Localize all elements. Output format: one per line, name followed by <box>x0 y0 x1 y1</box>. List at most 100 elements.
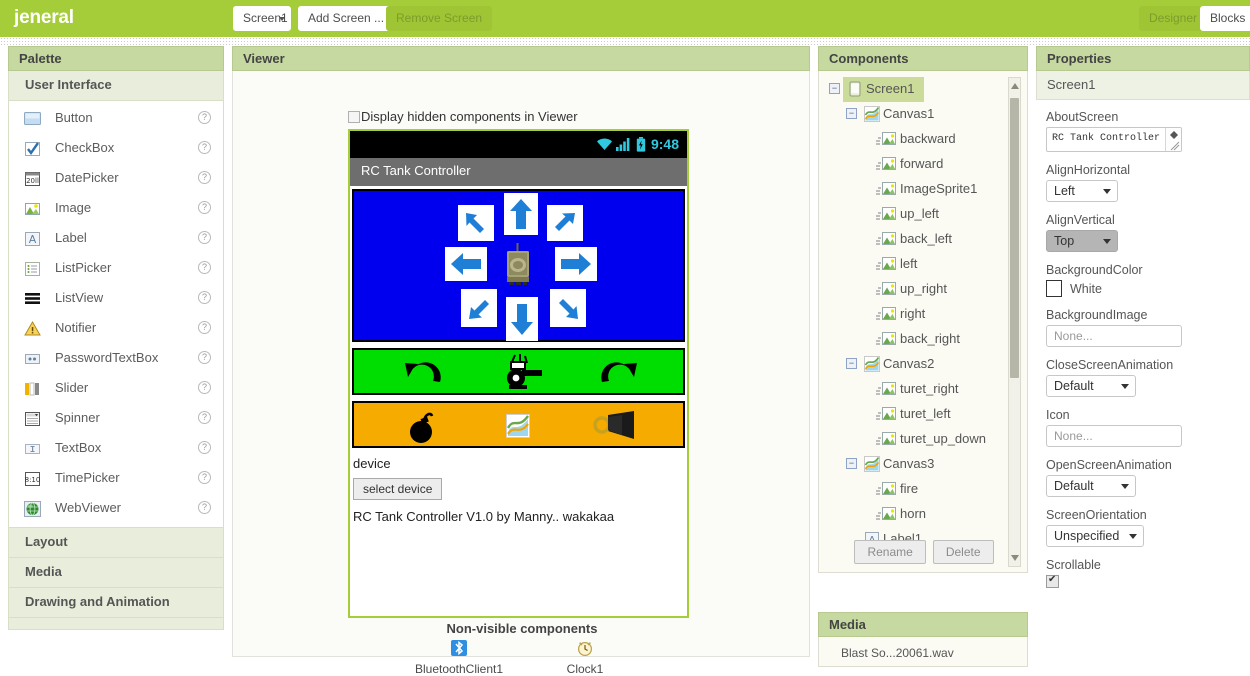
palette-section-drawing-and-animation[interactable]: Drawing and Animation <box>8 588 224 618</box>
palette-item-checkbox[interactable]: CheckBox ? <box>9 134 223 164</box>
help-icon[interactable]: ? <box>198 411 211 424</box>
property-textarea-aboutscreen[interactable]: RC Tank Controller <box>1046 127 1182 152</box>
palette-item-label[interactable]: A Label ? <box>9 224 223 254</box>
tree-item-up_left[interactable]: up_left <box>819 202 1004 227</box>
tree-item-backward[interactable]: backward <box>819 127 1004 152</box>
palette-item-image[interactable]: Image ? <box>9 194 223 224</box>
nonvisible-component-clock1[interactable]: Clock1 <box>535 639 635 676</box>
display-hidden-components-checkbox[interactable] <box>348 111 360 123</box>
sprite-turet-right[interactable] <box>596 356 640 388</box>
tree-item-canvas2[interactable]: − Canvas2 <box>819 352 1004 377</box>
sprite-back-right[interactable] <box>550 289 586 327</box>
palette-item-datepicker[interactable]: 20ll DatePicker ? <box>9 164 223 194</box>
palette-section-media[interactable]: Media <box>8 558 224 588</box>
tree-expander-icon[interactable]: − <box>846 358 857 369</box>
palette-item-button[interactable]: Button ? <box>9 104 223 134</box>
help-icon[interactable]: ? <box>198 501 211 514</box>
scrollbar-thumb[interactable] <box>1010 98 1019 378</box>
palette-item-timepicker[interactable]: 8:10 TimePicker ? <box>9 464 223 494</box>
property-select-closescreenanimation[interactable]: Default <box>1046 375 1136 397</box>
nonvisible-component-bluetoothclient1[interactable]: BluetoothClient1 <box>409 639 509 676</box>
canvas-placeholder-icon[interactable] <box>504 412 532 440</box>
select-device-button[interactable]: select device <box>353 478 443 500</box>
property-select-alignvertical[interactable]: Top <box>1046 230 1118 252</box>
components-scrollbar[interactable] <box>1008 77 1021 567</box>
tree-item-fire[interactable]: fire <box>819 477 1004 502</box>
tree-expander-icon[interactable]: − <box>846 108 857 119</box>
property-input-icon[interactable]: None... <box>1046 425 1182 447</box>
resize-handle-icon[interactable] <box>1165 128 1181 151</box>
sprite-forward[interactable] <box>504 193 538 235</box>
add-screen-button[interactable]: Add Screen ... <box>298 6 395 31</box>
tree-item-back_left[interactable]: back_left <box>819 227 1004 252</box>
help-icon[interactable]: ? <box>198 261 211 274</box>
blocks-tab-button[interactable]: Blocks <box>1200 6 1250 31</box>
tree-item-imagesprite1[interactable]: ImageSprite1 <box>819 177 1004 202</box>
help-icon[interactable]: ? <box>198 201 211 214</box>
tree-item-canvas1[interactable]: − Canvas1 <box>819 102 1004 127</box>
palette-item-spinner[interactable]: Spinner ? <box>9 404 223 434</box>
help-icon[interactable]: ? <box>198 321 211 334</box>
display-hidden-components-row[interactable]: Display hidden components in Viewer <box>348 109 578 124</box>
help-icon[interactable]: ? <box>198 231 211 244</box>
palette-item-listview[interactable]: ListView ? <box>9 284 223 314</box>
sprite-turet-left[interactable] <box>402 356 446 388</box>
palette-section-next[interactable] <box>8 618 224 630</box>
palette-item-textbox[interactable]: TextBox ? <box>9 434 223 464</box>
sprite-horn[interactable] <box>592 409 638 443</box>
property-select-openscreenanimation[interactable]: Default <box>1046 475 1136 497</box>
tree-item-up_right[interactable]: up_right <box>819 277 1004 302</box>
tree-item-screen1[interactable]: − Screen1 <box>819 77 1004 102</box>
sprite-up-left[interactable] <box>458 205 494 241</box>
help-icon[interactable]: ? <box>198 171 211 184</box>
sprite-left[interactable] <box>445 247 487 281</box>
color-swatch[interactable] <box>1046 280 1062 297</box>
sprite-up-right[interactable] <box>547 205 583 241</box>
property-select-screenorientation[interactable]: Unspecified <box>1046 525 1144 547</box>
help-icon[interactable]: ? <box>198 471 211 484</box>
rename-button[interactable]: Rename <box>854 540 926 564</box>
sprite-backward[interactable] <box>506 297 538 341</box>
tree-expander-icon[interactable]: − <box>846 458 857 469</box>
property-select-alignhorizontal[interactable]: Left <box>1046 180 1118 202</box>
palette-item-slider[interactable]: Slider ? <box>9 374 223 404</box>
screen-selector-dropdown[interactable]: Screen1 <box>233 6 291 31</box>
help-icon[interactable]: ? <box>198 111 211 124</box>
designer-tab-button[interactable]: Designer <box>1139 6 1208 31</box>
tree-item-right[interactable]: right <box>819 302 1004 327</box>
help-icon[interactable]: ? <box>198 351 211 364</box>
sprite-imagesprite1-tank[interactable] <box>503 241 533 289</box>
tree-item-back_right[interactable]: back_right <box>819 327 1004 352</box>
tree-item-turet_left[interactable]: turet_left <box>819 402 1004 427</box>
media-item[interactable]: Blast So...20061.wav <box>819 637 1027 660</box>
delete-button[interactable]: Delete <box>932 540 994 564</box>
help-icon[interactable]: ? <box>198 291 211 304</box>
remove-screen-button[interactable]: Remove Screen <box>386 6 493 31</box>
palette-item-webviewer[interactable]: WebViewer ? <box>9 494 223 524</box>
property-color-backgroundcolor[interactable]: White <box>1046 280 1240 297</box>
scroll-up-icon[interactable] <box>1011 83 1019 89</box>
tree-item-canvas3[interactable]: − Canvas3 <box>819 452 1004 477</box>
property-input-backgroundimage[interactable]: None... <box>1046 325 1182 347</box>
sprite-fire-bomb[interactable] <box>405 407 443 445</box>
palette-section-layout[interactable]: Layout <box>8 528 224 558</box>
tree-item-left[interactable]: left <box>819 252 1004 277</box>
palette-item-notifier[interactable]: Notifier ? <box>9 314 223 344</box>
palette-item-passwordtextbox[interactable]: PasswordTextBox ? <box>9 344 223 374</box>
tree-item-horn[interactable]: horn <box>819 502 1004 527</box>
tree-item-turet_up_down[interactable]: turet_up_down <box>819 427 1004 452</box>
palette-item-listpicker[interactable]: ListPicker ? <box>9 254 223 284</box>
help-icon[interactable]: ? <box>198 141 211 154</box>
help-icon[interactable]: ? <box>198 381 211 394</box>
sprite-right[interactable] <box>555 247 597 281</box>
canvas2-turret-pad[interactable] <box>352 348 685 395</box>
tree-item-forward[interactable]: forward <box>819 152 1004 177</box>
sprite-back-left[interactable] <box>461 289 497 327</box>
sprite-turet-up-down-cannon[interactable] <box>489 353 547 393</box>
palette-section-user-interface[interactable]: User Interface <box>8 71 224 101</box>
help-icon[interactable]: ? <box>198 441 211 454</box>
tree-expander-icon[interactable]: − <box>829 83 840 94</box>
canvas3-action-pad[interactable] <box>352 401 685 448</box>
property-checkbox-scrollable[interactable] <box>1046 574 1059 588</box>
canvas1-movement-pad[interactable] <box>352 189 685 342</box>
